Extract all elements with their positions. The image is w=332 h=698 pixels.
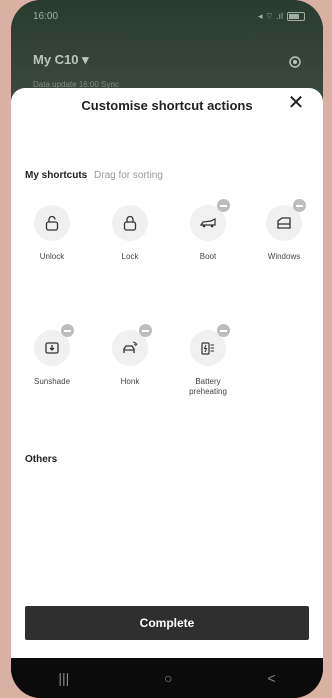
shortcut-label: Lock — [121, 252, 139, 261]
shortcut-label: Honk — [120, 377, 140, 386]
recents-icon[interactable]: ||| — [58, 670, 69, 686]
shortcut-label: Battery preheating — [189, 377, 227, 396]
remove-badge-icon[interactable] — [293, 199, 306, 212]
window-icon — [266, 199, 306, 241]
drag-hint: Drag for sorting — [94, 170, 163, 181]
system-nav-bar: ||| ○ < — [11, 658, 323, 698]
status-time: 16:00 — [33, 10, 59, 22]
remove-badge-icon[interactable] — [217, 199, 230, 212]
shortcut-sunshade[interactable]: Sunshade — [22, 324, 82, 387]
sunshade-icon — [34, 324, 74, 366]
shortcut-honk[interactable]: Honk — [100, 324, 160, 387]
shortcut-battery-preheating[interactable]: Battery preheating — [178, 324, 238, 397]
back-icon[interactable]: < — [267, 670, 275, 686]
remove-badge-icon[interactable] — [139, 324, 152, 337]
complete-button[interactable]: Complete — [25, 606, 309, 640]
shortcut-boot[interactable]: Boot — [178, 199, 238, 262]
unlock-icon — [34, 205, 70, 241]
shortcut-sheet: Customise shortcut actions ✕ My shortcut… — [11, 88, 323, 658]
shortcut-windows[interactable]: Windows — [254, 199, 314, 262]
shortcut-label: Unlock — [39, 252, 65, 261]
honk-icon — [112, 324, 152, 366]
sheet-title: Customise shortcut actions — [81, 98, 253, 113]
others-section-label: Others — [25, 454, 58, 465]
signal-icons: ◂ ⌔ .ıl — [258, 10, 283, 21]
settings-icon[interactable] — [287, 54, 303, 70]
home-icon[interactable]: ○ — [164, 670, 172, 686]
my-shortcuts-header: My shortcuts Drag for sorting — [25, 170, 163, 181]
shortcut-label: Windows — [267, 252, 301, 261]
shortcut-label: Boot — [199, 252, 217, 261]
shortcut-lock[interactable]: Lock — [100, 205, 160, 262]
battery-icon — [287, 11, 305, 21]
my-shortcuts-label: My shortcuts — [25, 170, 88, 181]
remove-badge-icon[interactable] — [61, 324, 74, 337]
car-selector[interactable]: My C10 ▾ — [33, 52, 89, 68]
lock-icon — [112, 205, 148, 241]
remove-badge-icon[interactable] — [217, 324, 230, 337]
status-icons: ◂ ⌔ .ıl — [258, 11, 305, 22]
shortcut-unlock[interactable]: Unlock — [22, 205, 82, 262]
car-boot-icon — [190, 199, 230, 241]
status-bar: 16:00 ◂ ⌔ .ıl — [11, 0, 323, 32]
close-button[interactable]: ✕ — [283, 90, 309, 116]
phone-frame: 16:00 ◂ ⌔ .ıl My C10 ▾ Data update 16:00… — [11, 0, 323, 698]
battery-preheat-icon — [190, 324, 230, 366]
shortcut-label: Sunshade — [33, 377, 71, 386]
